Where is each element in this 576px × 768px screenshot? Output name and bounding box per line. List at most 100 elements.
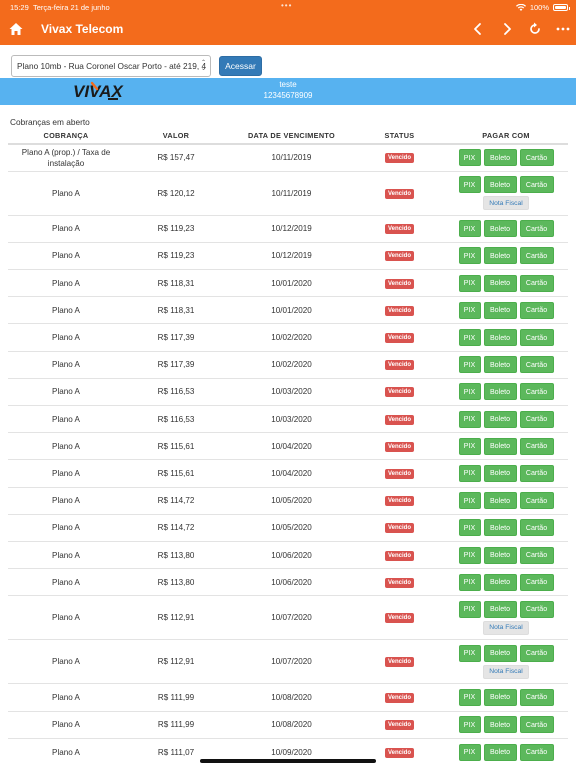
cell-status: Vencido [355,323,444,352]
boleto-button[interactable]: Boleto [483,519,517,537]
cartao-button[interactable]: Cartão [519,301,554,319]
cell-status: Vencido [355,241,444,270]
boleto-button[interactable]: Boleto [483,220,517,238]
status-badge: Vencido [384,305,414,316]
cartao-button[interactable]: Cartão [519,274,554,292]
pix-button[interactable]: PIX [458,220,481,238]
reload-icon[interactable] [527,21,543,37]
pix-button[interactable]: PIX [458,464,481,482]
boleto-button[interactable]: Boleto [483,274,517,292]
status-time: 15:29 Terça-feira 21 de junho [10,3,110,12]
pix-button[interactable]: PIX [458,383,481,401]
boleto-button[interactable]: Boleto [483,383,517,401]
boleto-button[interactable]: Boleto [483,356,517,374]
pix-button[interactable]: PIX [458,176,481,194]
cartao-button[interactable]: Cartão [519,519,554,537]
boleto-button[interactable]: Boleto [483,464,517,482]
home-icon[interactable] [8,21,24,37]
cartao-button[interactable]: Cartão [519,644,554,662]
boleto-button[interactable]: Boleto [483,600,517,618]
boleto-button[interactable]: Boleto [483,716,517,734]
cartao-button[interactable]: Cartão [519,688,554,706]
pay-buttons: PIX Boleto Cartão [444,573,568,591]
pix-button[interactable]: PIX [458,410,481,428]
status-badge: Vencido [384,153,414,164]
boleto-button[interactable]: Boleto [483,573,517,591]
pix-button[interactable]: PIX [458,492,481,510]
select-arrows-icon: ⌃ ⌄ [200,60,206,72]
cartao-button[interactable]: Cartão [519,176,554,194]
boleto-button[interactable]: Boleto [483,301,517,319]
cartao-button[interactable]: Cartão [519,546,554,564]
boleto-button[interactable]: Boleto [483,437,517,455]
boleto-button[interactable]: Boleto [483,546,517,564]
cell-vencimento: 10/03/2020 [228,404,355,433]
boleto-button[interactable]: Boleto [483,149,517,167]
cell-pagar-com: PIX Boleto Cartão [444,269,568,297]
cartao-button[interactable]: Cartão [519,716,554,734]
access-button[interactable]: Acessar [219,56,262,76]
pix-button[interactable]: PIX [458,743,481,761]
pay-buttons: PIX Boleto Cartão [444,329,568,347]
status-badge: Vencido [384,692,414,703]
pix-button[interactable]: PIX [458,149,481,167]
table-row: Plano A R$ 111,99 10/08/2020 Vencido PIX Bole… [8,683,568,711]
cell-status: Vencido [355,513,444,542]
pix-button[interactable]: PIX [458,519,481,537]
home-indicator[interactable] [200,759,376,763]
cartao-button[interactable]: Cartão [519,149,554,167]
cartao-button[interactable]: Cartão [519,410,554,428]
cell-cobranca: Plano A [8,683,124,711]
boleto-button[interactable]: Boleto [483,329,517,347]
pix-button[interactable]: PIX [458,247,481,265]
cartao-button[interactable]: Cartão [519,464,554,482]
pay-buttons: PIX Boleto Cartão [444,410,568,428]
cartao-button[interactable]: Cartão [519,329,554,347]
pay-buttons: PIX Boleto Cartão [444,149,568,167]
pix-button[interactable]: PIX [458,356,481,374]
pix-button[interactable]: PIX [458,301,481,319]
pay-buttons: PIX Boleto Cartão [444,519,568,537]
pix-button[interactable]: PIX [458,573,481,591]
boleto-button[interactable]: Boleto [483,688,517,706]
plan-select-value: Plano 10mb - Rua Coronel Oscar Porto - a… [17,61,207,71]
cell-cobranca: Plano A [8,540,124,569]
cartao-button[interactable]: Cartão [519,220,554,238]
pix-button[interactable]: PIX [458,716,481,734]
pix-button[interactable]: PIX [458,546,481,564]
cartao-button[interactable]: Cartão [519,573,554,591]
multitask-dots-icon[interactable]: ••• [281,1,292,10]
cartao-button[interactable]: Cartão [519,356,554,374]
cell-vencimento: 10/02/2020 [228,323,355,352]
status-badge: Vencido [384,333,414,344]
boleto-button[interactable]: Boleto [483,176,517,194]
cartao-button[interactable]: Cartão [519,743,554,761]
more-icon[interactable] [555,21,571,37]
cartao-button[interactable]: Cartão [519,600,554,618]
pix-button[interactable]: PIX [458,688,481,706]
nota-fiscal-button[interactable]: Nota Fiscal [483,664,529,679]
boleto-button[interactable]: Boleto [483,410,517,428]
boleto-button[interactable]: Boleto [483,644,517,662]
pix-button[interactable]: PIX [458,600,481,618]
plan-select[interactable]: Plano 10mb - Rua Coronel Oscar Porto - a… [11,55,211,77]
nota-fiscal-button[interactable]: Nota Fiscal [483,620,529,635]
boleto-button[interactable]: Boleto [483,492,517,510]
cartao-button[interactable]: Cartão [519,383,554,401]
status-right: 100% [515,3,570,12]
pix-button[interactable]: PIX [458,274,481,292]
cartao-button[interactable]: Cartão [519,492,554,510]
boleto-button[interactable]: Boleto [483,247,517,265]
cell-vencimento: 10/06/2020 [228,568,355,596]
chevron-right-icon[interactable] [499,21,515,37]
cartao-button[interactable]: Cartão [519,437,554,455]
boleto-button[interactable]: Boleto [483,743,517,761]
pix-button[interactable]: PIX [458,437,481,455]
pix-button[interactable]: PIX [458,644,481,662]
nota-fiscal-button[interactable]: Nota Fiscal [483,196,529,211]
cartao-button[interactable]: Cartão [519,247,554,265]
pix-button[interactable]: PIX [458,329,481,347]
status-badge: Vencido [384,188,414,199]
status-badge: Vencido [384,360,414,371]
chevron-left-icon[interactable] [470,21,486,37]
